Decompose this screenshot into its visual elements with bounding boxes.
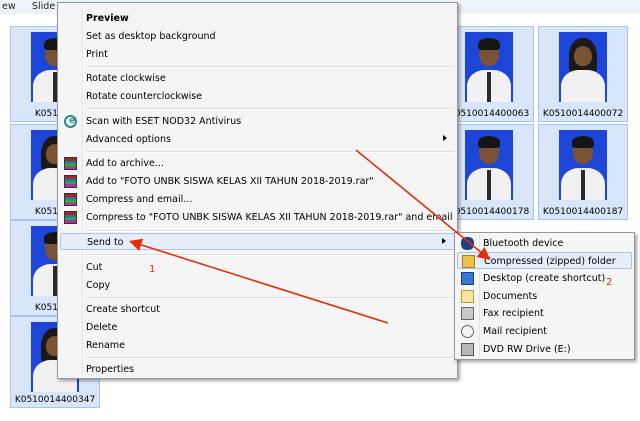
mail-icon xyxy=(461,325,474,338)
menu-item-rotate-clockwise[interactable]: Rotate clockwise xyxy=(60,70,455,87)
menu-item-label: Properties xyxy=(86,364,135,375)
menu-item-label: Compressed (zipped) folder xyxy=(484,256,616,267)
menu-item-label: Add to "FOTO UNBK SISWA KELAS XII TAHUN … xyxy=(86,176,374,187)
menu-item-print[interactable]: Print xyxy=(60,46,455,63)
menu-item-label: Set as desktop background xyxy=(86,31,216,42)
send-to-submenu: Bluetooth device Compressed (zipped) fol… xyxy=(454,232,635,360)
menu-item-compress-and-email[interactable]: Compress and email... xyxy=(60,191,455,208)
menu-item-label: Delete xyxy=(86,322,118,333)
menu-item-delete[interactable]: Delete xyxy=(60,319,455,336)
file-name: K0510014400187 xyxy=(542,207,624,217)
winrar-icon xyxy=(64,193,77,206)
menu-item-label: Compress to "FOTO UNBK SISWA KELAS XII T… xyxy=(86,212,453,223)
photo-thumbnail xyxy=(559,32,607,102)
winrar-icon xyxy=(64,157,77,170)
menu-item-label: Fax recipient xyxy=(483,308,544,319)
menu-item-label: Documents xyxy=(483,291,538,302)
desktop-icon xyxy=(461,272,474,285)
send-to-bluetooth[interactable]: Bluetooth device xyxy=(457,235,632,252)
menu-item-copy[interactable]: Copy xyxy=(60,277,455,294)
menu-item-label: DVD RW Drive (E:) xyxy=(483,344,571,355)
file-name: K0510014400347 xyxy=(14,395,96,405)
menu-item-label: Cut xyxy=(86,262,103,273)
send-to-mail[interactable]: Mail recipient xyxy=(457,323,632,340)
menu-item-send-to[interactable]: Send to xyxy=(60,233,455,250)
toolbar-item-slideshow[interactable]: Slide xyxy=(32,1,55,12)
menu-item-create-shortcut[interactable]: Create shortcut xyxy=(60,301,455,318)
documents-icon xyxy=(461,290,474,303)
menu-separator xyxy=(86,66,454,68)
fax-icon xyxy=(461,307,474,320)
file-thumbnail[interactable]: K0510014400072 xyxy=(538,26,628,122)
file-name: K0510014400178 xyxy=(448,207,530,217)
menu-separator xyxy=(86,151,454,153)
annotation-step-1: 1 xyxy=(149,264,156,275)
photo-thumbnail xyxy=(559,130,607,200)
send-to-documents[interactable]: Documents xyxy=(457,288,632,305)
menu-item-add-to-rar[interactable]: Add to "FOTO UNBK SISWA KELAS XII TAHUN … xyxy=(60,173,455,190)
eset-icon: e xyxy=(64,115,77,128)
photo-thumbnail xyxy=(465,130,513,200)
send-to-compressed-folder[interactable]: Compressed (zipped) folder xyxy=(457,252,632,269)
bluetooth-icon xyxy=(461,237,474,250)
menu-item-compress-to-rar-and-email[interactable]: Compress to "FOTO UNBK SISWA KELAS XII T… xyxy=(60,209,455,226)
menu-item-label: Print xyxy=(86,49,108,60)
submenu-arrow-icon xyxy=(443,135,447,141)
context-menu: Preview Set as desktop background Print … xyxy=(57,2,458,379)
menu-item-rotate-counterclockwise[interactable]: Rotate counterclockwise xyxy=(60,88,455,105)
dvd-drive-icon xyxy=(461,343,474,356)
file-thumbnail[interactable]: K0510014400187 xyxy=(538,124,628,220)
annotation-step-2: 2 xyxy=(606,277,613,288)
toolbar-item-view[interactable]: ew xyxy=(2,1,16,12)
menu-item-label: Compress and email... xyxy=(86,194,193,205)
menu-item-eset-scan[interactable]: e Scan with ESET NOD32 Antivirus xyxy=(60,113,455,130)
menu-item-label: Copy xyxy=(86,280,111,291)
send-to-dvd-drive[interactable]: DVD RW Drive (E:) xyxy=(457,341,632,358)
menu-item-properties[interactable]: Properties xyxy=(60,361,455,378)
menu-item-advanced-options[interactable]: Advanced options xyxy=(60,131,455,148)
menu-item-label: Preview xyxy=(86,13,129,24)
menu-item-label: Create shortcut xyxy=(86,304,160,315)
menu-separator xyxy=(86,254,454,256)
file-name: K0510014400072 xyxy=(542,109,624,119)
file-name: K0510014400063 xyxy=(448,109,530,119)
menu-item-set-desktop-background[interactable]: Set as desktop background xyxy=(60,28,455,45)
menu-item-add-to-archive[interactable]: Add to archive... xyxy=(60,155,455,172)
menu-item-label: Scan with ESET NOD32 Antivirus xyxy=(86,116,242,127)
winrar-icon xyxy=(64,211,77,224)
menu-item-label: Add to archive... xyxy=(86,158,164,169)
menu-item-label: Rename xyxy=(86,340,125,351)
menu-separator xyxy=(86,297,454,299)
menu-item-rename[interactable]: Rename xyxy=(60,337,455,354)
menu-item-label: Send to xyxy=(87,237,124,248)
menu-separator xyxy=(86,357,454,359)
menu-item-label: Rotate clockwise xyxy=(86,73,166,84)
send-to-fax[interactable]: Fax recipient xyxy=(457,305,632,322)
menu-separator xyxy=(86,108,454,110)
winrar-icon xyxy=(64,175,77,188)
menu-separator xyxy=(86,230,454,232)
menu-item-cut[interactable]: Cut xyxy=(60,259,455,276)
submenu-arrow-icon xyxy=(442,238,446,244)
menu-item-label: Mail recipient xyxy=(483,326,547,337)
menu-item-label: Desktop (create shortcut) xyxy=(483,273,606,284)
zip-folder-icon xyxy=(462,255,475,268)
menu-item-label: Rotate counterclockwise xyxy=(86,91,203,102)
photo-thumbnail xyxy=(465,32,513,102)
menu-item-label: Advanced options xyxy=(86,134,171,145)
menu-item-label: Bluetooth device xyxy=(483,238,564,249)
menu-item-preview[interactable]: Preview xyxy=(60,10,455,27)
